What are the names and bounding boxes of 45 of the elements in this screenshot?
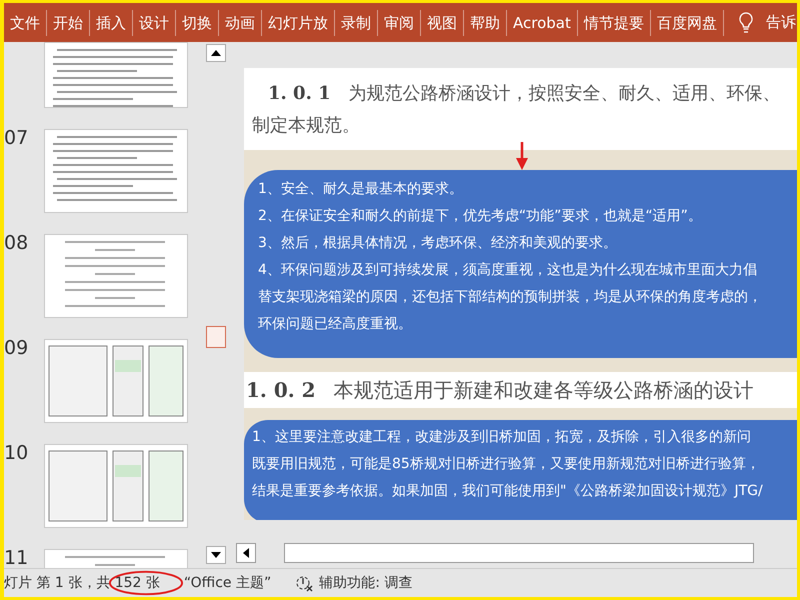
slide-number: 07 bbox=[4, 129, 30, 148]
ribbon-tab[interactable]: 插入 bbox=[90, 10, 133, 36]
ribbon-tab[interactable]: 动画 bbox=[219, 10, 262, 36]
slide-number: 08 bbox=[4, 234, 30, 253]
slide-number: 09 bbox=[4, 339, 30, 358]
ribbon-tab[interactable]: 录制 bbox=[335, 10, 378, 36]
down-arrow-icon bbox=[516, 142, 528, 170]
scroll-thumb[interactable] bbox=[284, 543, 754, 563]
ribbon-tab[interactable]: 情节提要 bbox=[578, 10, 651, 36]
lightbulb-icon[interactable] bbox=[738, 10, 754, 34]
ribbon-tab[interactable]: 设计 bbox=[133, 10, 176, 36]
scroll-thumb[interactable] bbox=[206, 326, 226, 348]
slide-thumbnail[interactable] bbox=[44, 234, 188, 318]
slide-thumbnail[interactable] bbox=[44, 444, 188, 528]
ribbon-tab[interactable]: 视图 bbox=[421, 10, 464, 36]
slide-count: 灯片 第 1 张，共 152 张 bbox=[4, 574, 160, 592]
ribbon-tab[interactable]: 开始 bbox=[47, 10, 90, 36]
clause-text: 1. 0. 2 本规范适用于新建和改建各等级公路桥涵的设计 bbox=[244, 372, 797, 408]
ribbon-tab[interactable]: Acrobat bbox=[507, 10, 578, 36]
accessibility-status[interactable]: 辅助功能: 调查 bbox=[319, 574, 412, 592]
note-point: 4、环保问题涉及到可持续发展，须高度重视，这也是为什么现在城市里面大力倡 替支架现浇箱梁的原因，还包括下部结构的预制拼装，均是从环保的角度考虑的， 环保问题已经高度重视。 bbox=[258, 261, 763, 334]
slide-number: 11 bbox=[4, 549, 30, 568]
ribbon-tab[interactable]: 幻灯片放 bbox=[262, 10, 335, 36]
tell-me-search[interactable]: 告诉 bbox=[766, 13, 796, 32]
ribbon-tab[interactable]: 切换 bbox=[176, 10, 219, 36]
theme-name: “Office 主题” bbox=[184, 574, 272, 592]
scroll-left-button[interactable] bbox=[236, 543, 256, 563]
note-point: 3、然后，根据具体情况，考虑环保、经济和美观的要求。 bbox=[258, 234, 618, 253]
slide-thumbnail[interactable] bbox=[44, 42, 188, 108]
note-point: 2、在保证安全和耐久的前提下，优先考虑“功能”要求，也就是“适用”。 bbox=[258, 207, 703, 226]
ribbon-tab[interactable]: 帮助 bbox=[464, 10, 507, 36]
scroll-up-button[interactable] bbox=[206, 44, 226, 62]
up-triangle-icon bbox=[211, 50, 221, 56]
down-triangle-icon bbox=[211, 552, 221, 558]
ribbon-tab[interactable]: 审阅 bbox=[378, 10, 421, 36]
accessibility-icon[interactable] bbox=[295, 574, 316, 592]
scroll-down-button[interactable] bbox=[206, 546, 226, 564]
ribbon-tab[interactable]: 百度网盘 bbox=[650, 10, 724, 36]
clause-text: 1. 0. 1 为规范公路桥涵设计，按照安全、耐久、适用、环保、 制定本规范。 bbox=[244, 68, 797, 150]
slide-thumbnail[interactable] bbox=[44, 339, 188, 423]
slide-thumbnail[interactable] bbox=[44, 129, 188, 213]
note-point: 1、这里要注意改建工程，改建涉及到旧桥加固，拓宽，及拆除，引入很多的新问 既要用旧规范，可能是85桥规对旧桥进行验算，又要使用新规范对旧桥进行验算， 结果是重要参考依据。如果加固，我们可能使用到"《公路桥梁加固设计规范》JTG/ bbox=[252, 428, 764, 501]
ribbon-tab[interactable]: 文件 bbox=[4, 10, 47, 36]
note-point: 1、安全、耐久是最基本的要求。 bbox=[258, 180, 464, 199]
slide-number: 10 bbox=[4, 444, 30, 463]
